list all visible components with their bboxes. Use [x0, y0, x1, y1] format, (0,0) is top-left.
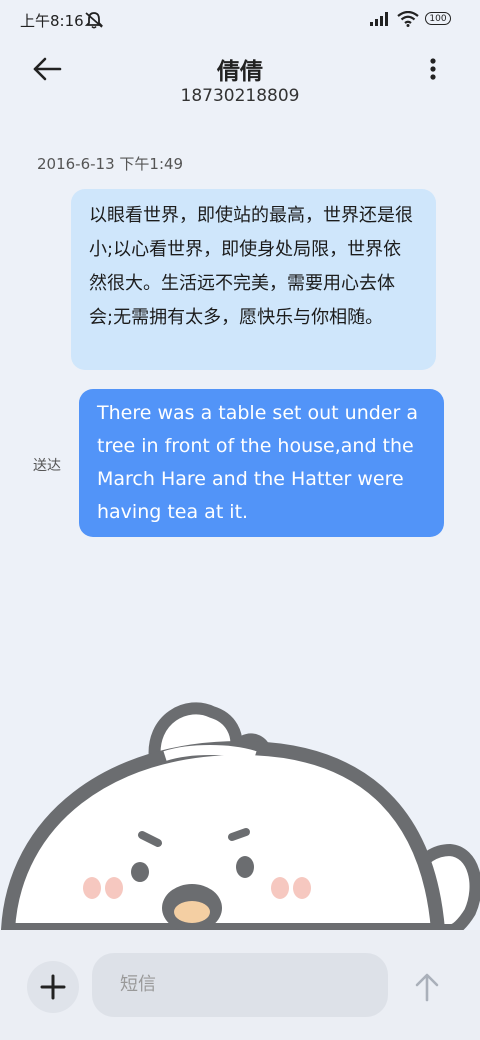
- attach-button[interactable]: [27, 961, 79, 1013]
- mute-icon: [84, 12, 104, 29]
- more-vert-icon[interactable]: [420, 54, 446, 84]
- message-timestamp: 2016-6-13 下午1:49: [37, 155, 184, 173]
- mascot-wallpaper-illustration: [0, 702, 480, 930]
- status-time: 上午8:16: [20, 12, 84, 30]
- contact-name: 倩倩: [217, 59, 263, 85]
- status-bar: 上午8:16 100: [0, 0, 480, 40]
- signal-icon: [370, 12, 388, 26]
- sent-message-bubble[interactable]: There was a table set out under a tree i…: [79, 389, 444, 537]
- send-arrow-icon[interactable]: [410, 970, 444, 1004]
- conversation-header: 倩倩 18730218809: [0, 40, 480, 120]
- phone-number: 18730218809: [180, 86, 300, 106]
- wifi-icon: [397, 11, 419, 27]
- battery-icon: 100: [425, 12, 451, 25]
- composer-bar: 短信: [0, 930, 480, 1040]
- plus-icon: [40, 974, 66, 1000]
- message-input[interactable]: 短信: [92, 953, 388, 1017]
- received-message-bubble[interactable]: 以眼看世界，即使站的最高，世界还是很小;以心看世界，即使身处局限，世界依然很大。…: [71, 189, 436, 370]
- delivery-status: 送达: [33, 458, 61, 474]
